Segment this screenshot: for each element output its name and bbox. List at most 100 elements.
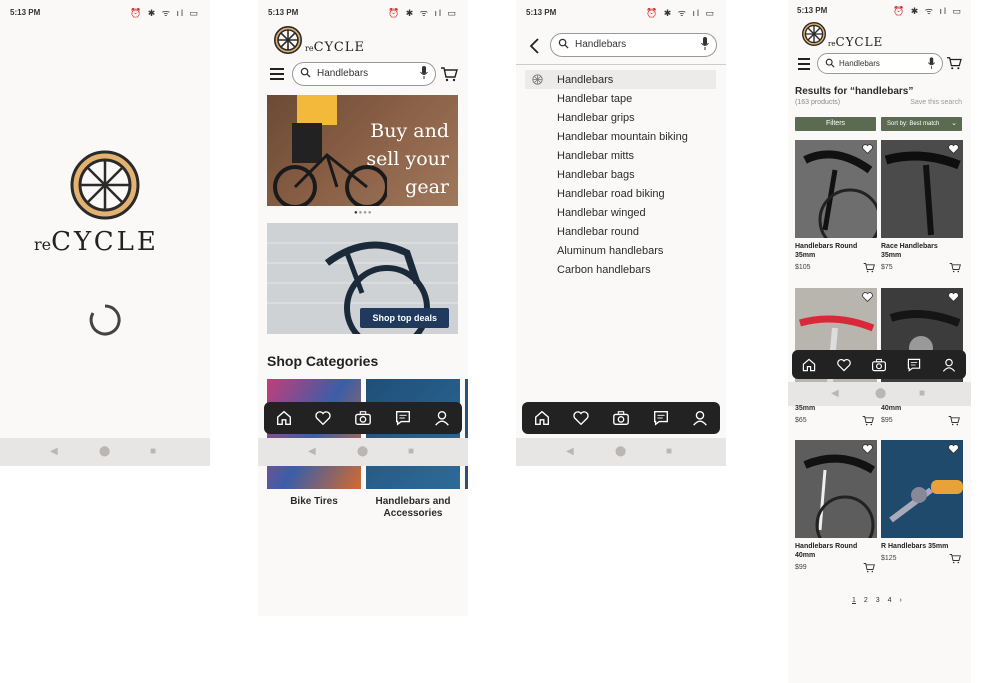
add-to-cart-icon[interactable] [863,262,875,273]
system-home-icon[interactable]: ⬤ [615,446,626,457]
add-to-cart-icon[interactable] [949,553,961,564]
product-name[interactable]: 40mm [881,405,901,412]
search-input[interactable]: Handlebars [817,53,943,74]
product-image[interactable] [795,140,882,252]
favorite-heart-icon[interactable] [948,444,959,454]
filters-button[interactable]: Filters [795,117,876,131]
shop-top-deals-button[interactable]: Shop top deals [360,308,449,328]
home-tab[interactable] [799,355,819,375]
microphone-icon[interactable] [701,37,709,50]
brand-wordmark: reCYCLE [305,36,365,55]
recycle-logo-icon[interactable] [802,22,826,46]
suggestion-item[interactable]: Handlebar tape [525,89,716,108]
product-card[interactable]: R Handlebars 35mm $125 [881,440,963,564]
page-link[interactable]: 2 [864,597,868,604]
add-to-cart-icon[interactable] [863,562,875,573]
add-to-cart-icon[interactable] [948,415,960,426]
profile-tab[interactable] [432,408,452,428]
system-nav-bar: ◀ ⬤ ■ [0,438,210,466]
page-link[interactable]: 1 [852,597,856,604]
system-recents-icon[interactable]: ■ [919,388,925,399]
home-tab[interactable] [532,408,552,428]
suggestion-item[interactable]: Carbon handlebars [525,260,716,279]
favorite-heart-icon[interactable] [948,292,959,302]
favorites-tab[interactable] [834,355,854,375]
favorite-heart-icon[interactable] [862,292,873,302]
favorite-heart-icon[interactable] [862,144,873,154]
favorites-tab[interactable] [571,408,591,428]
category-label-handlebars[interactable]: Handlebars and Accessories [366,496,460,520]
suggestion-item[interactable]: Handlebar road biking [525,184,716,203]
system-back-icon[interactable]: ◀ [50,446,58,457]
product-card[interactable]: Handlebars Round 40mm $99 [795,440,877,573]
system-recents-icon[interactable]: ■ [408,446,414,457]
product-name[interactable]: 35mm [795,405,815,412]
page-link[interactable]: 3 [876,597,880,604]
suggestion-item[interactable]: Handlebar mitts [525,146,716,165]
recycle-logo-icon[interactable] [274,26,302,54]
search-input[interactable]: Handlebars [550,33,717,57]
search-input[interactable]: Handlebars [292,62,436,86]
system-back-icon[interactable]: ◀ [308,446,316,457]
suggestion-list: Handlebars Handlebar tape Handlebar grip… [525,70,716,279]
system-home-icon[interactable]: ⬤ [99,446,110,457]
home-tab[interactable] [274,408,294,428]
messages-tab[interactable] [651,408,671,428]
back-arrow-icon[interactable] [528,38,540,54]
promo-banner[interactable]: Shop top deals [267,223,458,334]
camera-tab[interactable] [611,408,631,428]
category-label-bike-tires[interactable]: Bike Tires [267,496,361,507]
suggestion-item[interactable]: Handlebars [525,70,716,89]
system-back-icon[interactable]: ◀ [566,446,574,457]
product-card[interactable]: Race Handlebars 35mm $75 [881,140,963,273]
product-name[interactable]: R Handlebars 35mm [881,542,951,551]
camera-icon [871,358,886,371]
next-page-icon[interactable]: › [899,597,901,604]
save-search-link[interactable]: Save this search [910,99,962,106]
profile-tab[interactable] [939,355,959,375]
product-name[interactable]: Race Handlebars 35mm [881,242,951,260]
category-card[interactable] [465,379,468,489]
microphone-icon[interactable] [420,66,428,79]
product-name[interactable]: Handlebars Round 35mm [795,242,865,260]
suggestion-item[interactable]: Handlebar mountain biking [525,127,716,146]
add-to-cart-icon[interactable] [949,262,961,273]
category-card[interactable] [267,379,361,489]
product-name[interactable]: Handlebars Round 40mm [795,542,865,560]
profile-tab[interactable] [690,408,710,428]
camera-tab[interactable] [353,408,373,428]
camera-tab[interactable] [869,355,889,375]
system-home-icon[interactable]: ⬤ [875,388,886,399]
system-recents-icon[interactable]: ■ [666,446,672,457]
messages-tab[interactable] [393,408,413,428]
sort-dropdown[interactable]: Sort by: Best match ⌄ [881,117,962,131]
hero-banner[interactable]: Buy and sell your gear [267,95,458,206]
product-image[interactable] [795,440,877,555]
product-card[interactable]: Handlebars Round 35mm $105 [795,140,882,273]
suggestion-item[interactable]: Handlebar grips [525,108,716,127]
cart-icon[interactable] [440,66,458,82]
messages-tab[interactable] [904,355,924,375]
microphone-icon[interactable] [928,57,935,69]
add-to-cart-icon[interactable] [862,415,874,426]
favorite-heart-icon[interactable] [862,444,873,454]
menu-icon[interactable] [270,68,284,83]
menu-icon[interactable] [798,58,810,73]
product-image[interactable] [881,140,963,238]
suggestion-item[interactable]: Aluminum handlebars [525,241,716,260]
system-back-icon[interactable]: ◀ [831,388,839,399]
system-recents-icon[interactable]: ■ [150,446,156,457]
status-icons: ⏰ ✱ ᯤ ıl ▭ [893,6,963,16]
category-card[interactable] [366,379,460,489]
suggestion-item[interactable]: Handlebar bags [525,165,716,184]
page-link[interactable]: 4 [888,597,892,604]
suggestion-item[interactable]: Handlebar round [525,222,716,241]
system-nav-bar: ◀ ⬤ ■ [258,438,468,466]
product-image[interactable] [881,440,963,538]
cart-icon[interactable] [946,56,962,70]
system-home-icon[interactable]: ⬤ [357,446,368,457]
carousel-dots[interactable]: ●●●● [354,210,373,216]
favorites-tab[interactable] [313,408,333,428]
favorite-heart-icon[interactable] [948,144,959,154]
suggestion-item[interactable]: Handlebar winged [525,203,716,222]
